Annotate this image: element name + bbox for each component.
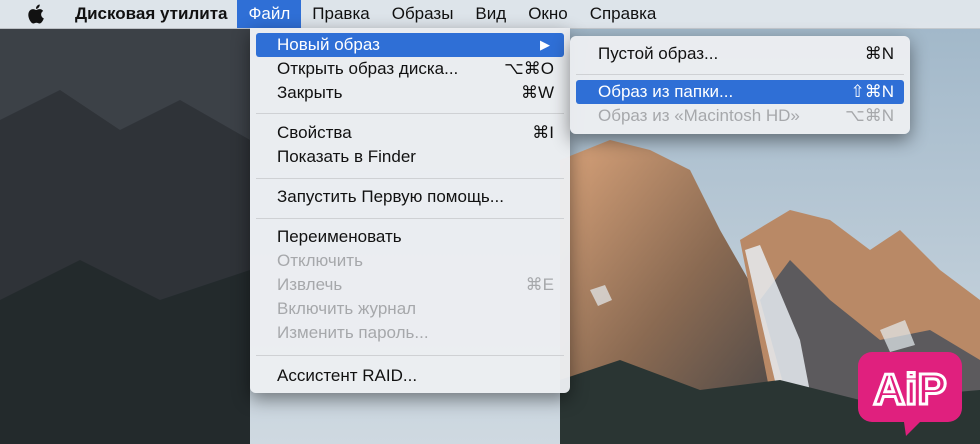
menu-item-close[interactable]: Закрыть ⌘W — [256, 81, 564, 105]
file-menu-dropdown: Новый образ ▶ Открыть образ диска... ⌥⌘O… — [250, 28, 570, 393]
shortcut-label: ⌥⌘N — [845, 106, 894, 125]
menu-separator — [256, 178, 564, 179]
menu-item-label: Открыть образ диска... — [277, 59, 459, 78]
menu-item-label: Изменить пароль... — [277, 323, 429, 342]
menu-item-new-image[interactable]: Новый образ ▶ — [256, 33, 564, 57]
menu-item-label: Образ из папки... — [598, 82, 734, 101]
menu-separator — [256, 355, 564, 356]
menu-item-label: Пустой образ... — [598, 44, 719, 63]
menu-item-label: Образ из «Macintosh HD» — [598, 106, 800, 125]
menu-item-change-password: Изменить пароль... — [256, 321, 564, 345]
logo-text: AiP — [873, 365, 946, 414]
submenu-item-blank-image[interactable]: Пустой образ... ⌘N — [576, 42, 904, 66]
menu-bar: Дисковая утилита Файл Правка Образы Вид … — [0, 0, 980, 29]
menu-window[interactable]: Окно — [517, 0, 579, 28]
menu-item-label: Отключить — [277, 251, 363, 270]
menu-item-label: Закрыть — [277, 83, 343, 102]
menu-item-raid-assistant[interactable]: Ассистент RAID... — [256, 364, 564, 388]
shortcut-label: ⌘E — [525, 275, 554, 294]
menu-separator — [256, 113, 564, 114]
new-image-submenu: Пустой образ... ⌘N Образ из папки... ⇧⌘N… — [570, 36, 910, 134]
app-name-menu[interactable]: Дисковая утилита — [65, 4, 237, 24]
shortcut-label: ⌘I — [532, 123, 554, 142]
shortcut-label: ⌘N — [864, 44, 894, 63]
menu-item-show-in-finder[interactable]: Показать в Finder — [256, 145, 564, 169]
menu-item-rename[interactable]: Переименовать — [256, 225, 564, 249]
submenu-arrow-icon: ▶ — [540, 37, 550, 52]
menu-item-first-aid[interactable]: Запустить Первую помощь... — [256, 185, 564, 209]
menu-item-eject: Извлечь ⌘E — [256, 273, 564, 297]
menu-item-unmount: Отключить — [256, 249, 564, 273]
menu-item-label: Извлечь — [277, 275, 343, 294]
menu-item-open-image[interactable]: Открыть образ диска... ⌥⌘O — [256, 57, 564, 81]
menu-view[interactable]: Вид — [464, 0, 517, 28]
submenu-item-image-from-folder[interactable]: Образ из папки... ⇧⌘N — [576, 80, 904, 104]
menu-item-label: Показать в Finder — [277, 147, 416, 166]
menu-file[interactable]: Файл — [237, 0, 302, 28]
menu-separator — [576, 74, 904, 75]
shortcut-label: ⌘W — [520, 83, 554, 102]
submenu-item-image-from-volume: Образ из «Macintosh HD» ⌥⌘N — [576, 104, 904, 128]
menu-item-label: Включить журнал — [277, 299, 417, 318]
menu-edit[interactable]: Правка — [301, 0, 380, 28]
shortcut-label: ⇧⌘N — [850, 82, 894, 101]
menu-item-label: Переименовать — [277, 227, 402, 246]
menu-item-enable-journal: Включить журнал — [256, 297, 564, 321]
aip-logo: AiP — [858, 352, 962, 436]
menu-help[interactable]: Справка — [579, 0, 668, 28]
apple-logo-icon[interactable] — [27, 3, 49, 25]
menu-item-label: Новый образ — [277, 35, 380, 54]
menu-images[interactable]: Образы — [381, 0, 465, 28]
menu-separator — [256, 218, 564, 219]
shortcut-label: ⌥⌘O — [504, 59, 554, 78]
menu-item-label: Свойства — [277, 123, 352, 142]
menu-item-properties[interactable]: Свойства ⌘I — [256, 121, 564, 145]
menu-item-label: Запустить Первую помощь... — [277, 187, 504, 206]
menu-item-label: Ассистент RAID... — [277, 366, 418, 385]
